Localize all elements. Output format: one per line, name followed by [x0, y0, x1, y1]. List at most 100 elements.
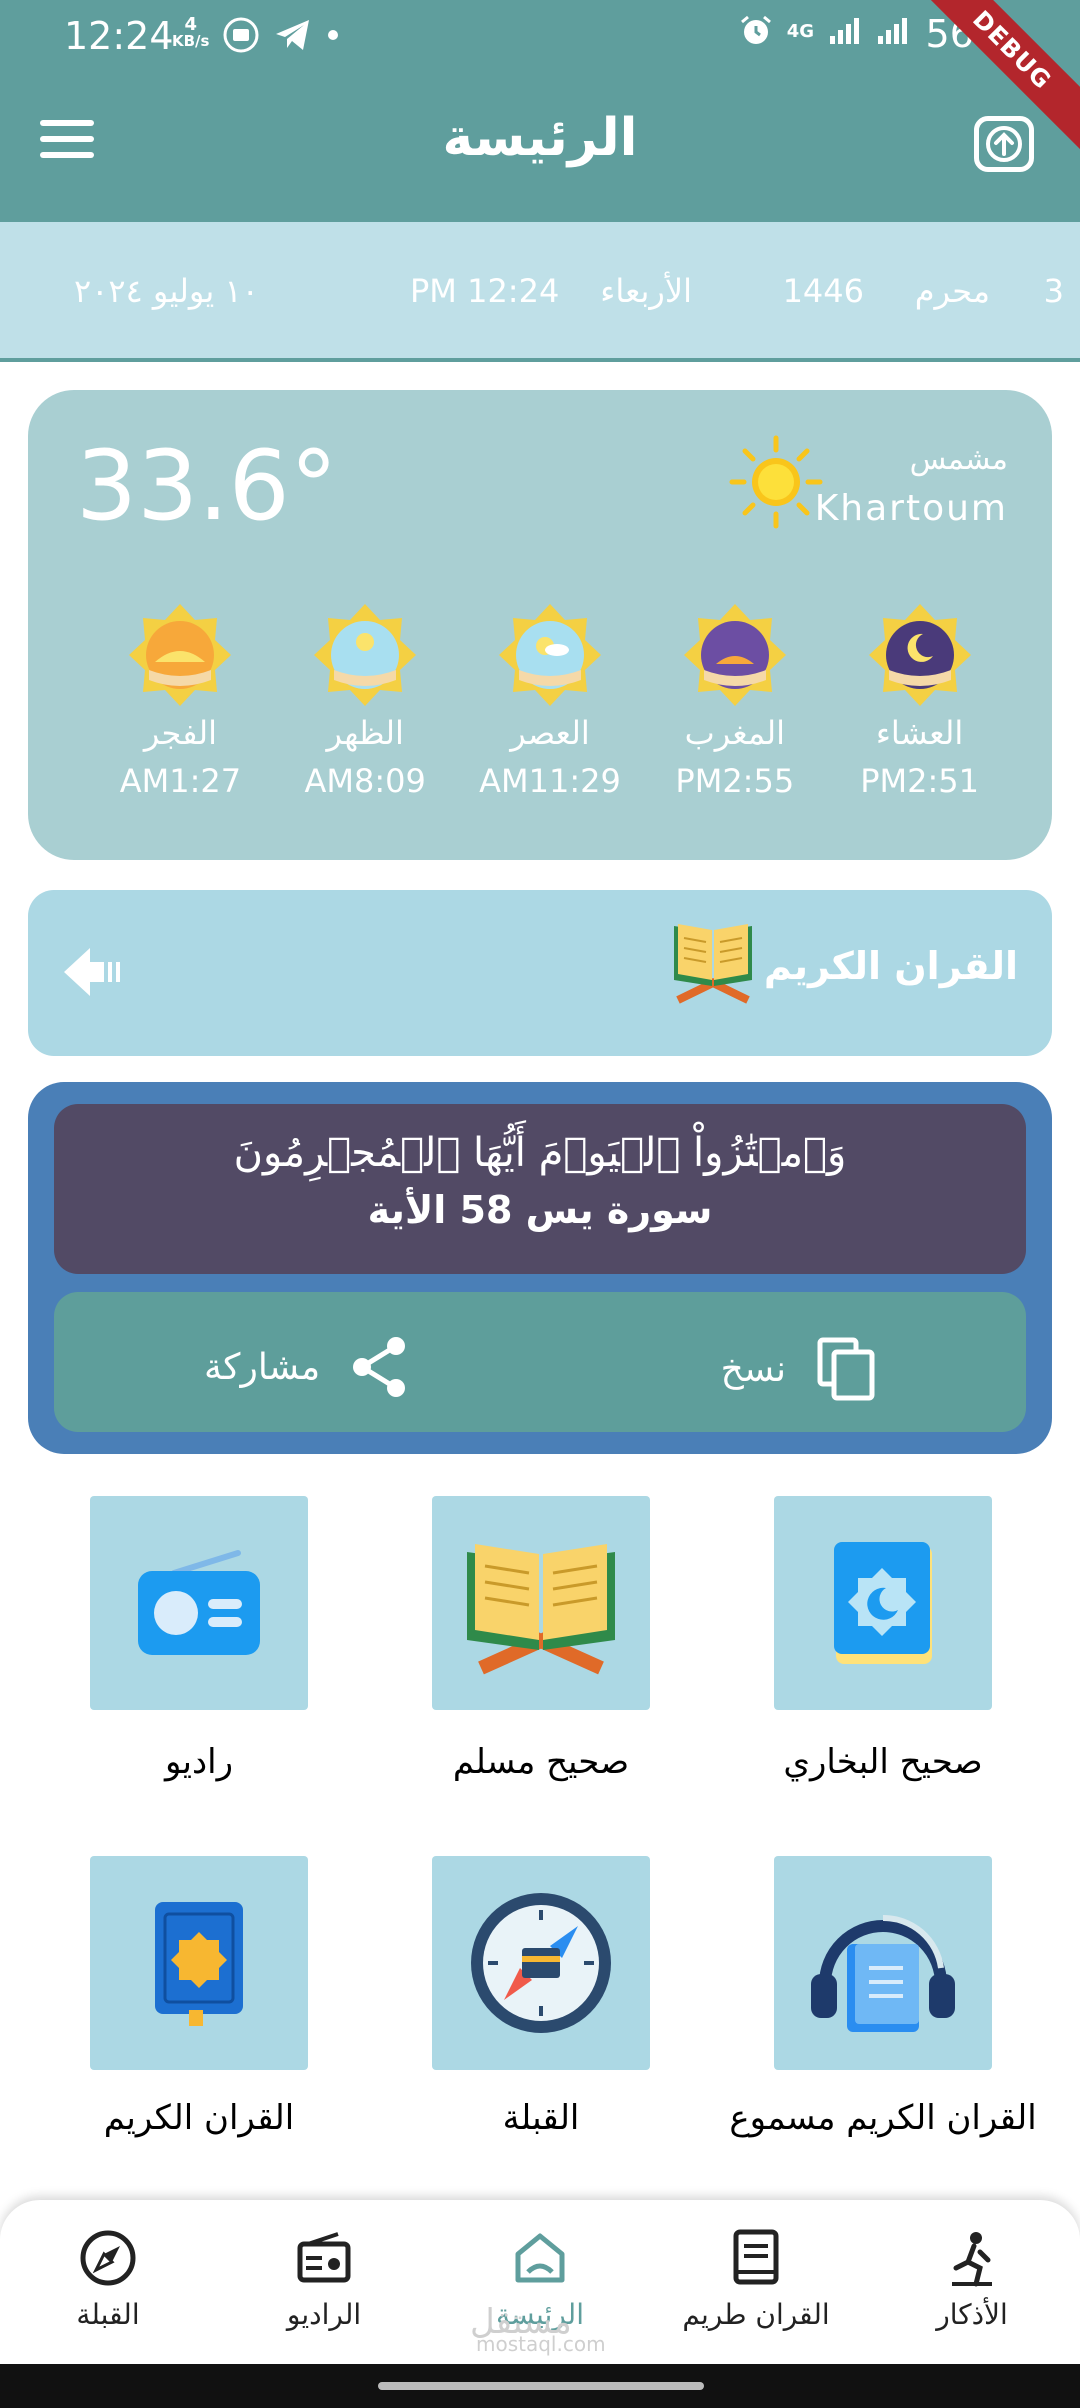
signal-icon: [830, 18, 859, 44]
ayah-card: وَٱمۡتَٰزُواْ ٱلۡيَوۡمَ أَيُّهَا ٱلۡمُجۡ…: [28, 1082, 1052, 1454]
nav-label: القبلة: [76, 2298, 140, 2331]
sahih-bukhari-tile[interactable]: [774, 1496, 992, 1710]
upload-button[interactable]: [974, 116, 1034, 172]
audio-quran-label: القران الكريم مسموع: [729, 2098, 1037, 2138]
dot-icon: [328, 30, 338, 40]
notification-icons: [222, 16, 340, 54]
radio-icon: [138, 1550, 260, 1655]
arrow-left-icon: [64, 948, 120, 996]
date-strip: 3 محرم 1446 الأربعاء PM 12:24 ١٠ يوليو ٢…: [0, 222, 1080, 362]
nav-label: الأذكار: [936, 2298, 1008, 2331]
ayah-reference: سورة يس 58 الأية: [367, 1188, 713, 1232]
sahih-muslim-tile[interactable]: [432, 1496, 650, 1710]
record-icon: [223, 17, 259, 53]
home-icon: [515, 2233, 565, 2283]
audio-quran-tile[interactable]: [774, 1856, 992, 2070]
share-button[interactable]: مشاركة: [204, 1336, 408, 1398]
app-bar: 12:24 4 KB/s 4G 56% DEBUG الرئيسة: [0, 0, 1080, 222]
copy-button[interactable]: نسخ: [721, 1336, 876, 1402]
radio-tile[interactable]: [90, 1496, 308, 1710]
ayah-text: وَٱمۡتَٰزُواْ ٱلۡيَوۡمَ أَيُّهَا ٱلۡمُجۡ…: [233, 1130, 847, 1176]
dhuhr-icon: [314, 604, 417, 706]
prayer-isha: العشاء PM2:51: [827, 600, 1012, 800]
quran-book-icon: [155, 1902, 243, 2026]
prayer-time: AM11:29: [479, 762, 621, 800]
prayer-name: المغرب: [684, 714, 785, 752]
prayer-person-icon: [952, 2232, 992, 2287]
network-speed-unit: KB/s: [172, 32, 210, 50]
sun-icon: [729, 435, 823, 529]
open-book-icon: [467, 1544, 615, 1675]
system-icons: 4G: [739, 14, 910, 48]
prayer-time: AM8:09: [304, 762, 426, 800]
qibla-tile[interactable]: [432, 1856, 650, 2070]
sahih-muslim-label: صحيح مسلم: [452, 1742, 630, 1782]
prayer-dhuhr: الظهر AM8:09: [273, 600, 458, 800]
network-speed-value: 4: [184, 14, 197, 35]
telegram-icon: [276, 20, 309, 50]
network-speed: 4 KB/s: [172, 16, 209, 50]
quran-label: القران الكريم: [103, 2098, 295, 2138]
book-icon: [733, 2229, 779, 2285]
prayer-times: الفجر AM1:27 الظهر AM8:09 العصر AM11:29: [28, 600, 1052, 800]
ayah-actions: نسخ مشاركة: [54, 1292, 1026, 1432]
alarm-icon: [740, 15, 771, 44]
page-title: الرئيسة: [442, 108, 638, 168]
nav-qibla[interactable]: القبلة: [8, 2228, 208, 2331]
quran-tile[interactable]: [90, 1856, 308, 2070]
arrow-up-circle-icon: [986, 126, 1022, 162]
compass-icon: [80, 2230, 136, 2286]
prayer-maghrib: المغرب PM2:55: [642, 600, 827, 800]
prayer-time: PM2:51: [860, 762, 979, 800]
headphones-book-icon: [811, 1914, 955, 2032]
weather-condition: مشمس: [909, 442, 1008, 477]
sahih-bukhari-label: صحيح البخاري: [783, 1742, 983, 1782]
share-label: مشاركة: [204, 1346, 321, 1388]
watermark-url: mostaql.com: [476, 2332, 606, 2356]
prayer-time: PM2:55: [675, 762, 795, 800]
city-name: Khartoum: [814, 488, 1008, 529]
nav-radio[interactable]: الراديو: [224, 2228, 424, 2331]
nav-adhkar[interactable]: الأذكار: [872, 2228, 1072, 2331]
prayer-time: AM1:27: [119, 762, 242, 800]
nav-label: القران طريم: [682, 2298, 830, 2331]
quran-card-label: القران الكريم: [763, 944, 1018, 988]
hijri-year: 1446: [782, 272, 864, 310]
temperature: 33.6°: [76, 430, 338, 542]
radio-label: راديو: [164, 1742, 234, 1782]
quran-book-icon: [674, 924, 752, 1004]
weather-card[interactable]: 33.6° مشمس Khartoum الفجر AM1:27 الظهر A: [28, 390, 1052, 860]
ayah-box: وَٱمۡتَٰزُواْ ٱلۡيَوۡمَ أَيُّهَا ٱلۡمُجۡ…: [54, 1104, 1026, 1274]
home-gesture-pill[interactable]: [378, 2382, 704, 2390]
prayer-name: الفجر: [143, 714, 217, 752]
prayer-name: العشاء: [875, 714, 964, 752]
status-time: 12:24: [64, 14, 174, 58]
weekday: الأربعاء: [600, 272, 692, 310]
prayer-name: العصر: [510, 714, 590, 752]
share-icon: [353, 1337, 406, 1397]
network-type: 4G: [786, 20, 814, 42]
status-bar: 12:24 4 KB/s 4G 56%: [0, 0, 1080, 74]
hijri-month: محرم: [914, 272, 990, 310]
prayer-asr: العصر AM11:29: [458, 600, 643, 800]
nav-quran[interactable]: القران طريم: [656, 2228, 856, 2331]
gregorian-date: ١٠ يوليو ٢٠٢٤: [74, 272, 259, 310]
copy-label: نسخ: [720, 1348, 786, 1390]
quran-card[interactable]: القران الكريم: [28, 890, 1052, 1056]
asr-icon: [498, 604, 601, 706]
qibla-label: القبلة: [502, 2098, 580, 2138]
book-icon: [834, 1542, 932, 1664]
maghrib-icon: [683, 604, 786, 706]
signal-2-icon: [878, 18, 907, 44]
isha-icon: [868, 604, 971, 706]
prayer-fajr: الفجر AM1:27: [88, 600, 273, 800]
fajr-icon: [129, 604, 232, 706]
compass-icon: [471, 1893, 611, 2033]
system-navigation-bar: [0, 2364, 1080, 2408]
copy-icon: [817, 1337, 875, 1401]
current-time: PM 12:24: [410, 272, 560, 310]
hijri-day: 3: [1043, 272, 1064, 310]
prayer-name: الظهر: [326, 714, 404, 752]
nav-label: الراديو: [286, 2298, 362, 2331]
radio-icon: [297, 2232, 351, 2283]
